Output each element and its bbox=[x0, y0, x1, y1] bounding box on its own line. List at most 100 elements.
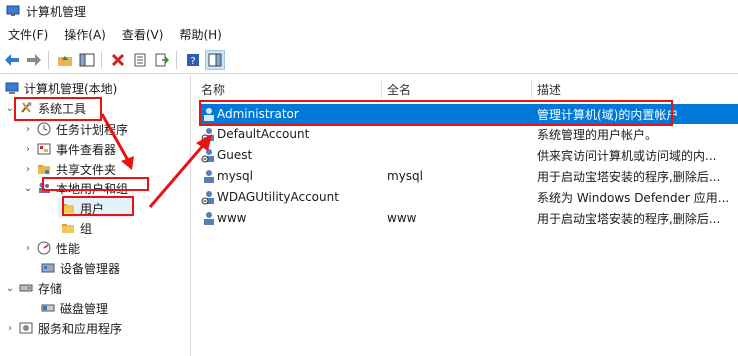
list-item-mysql[interactable]: mysql mysql 用于启动宝塔安装的程序,删除后... bbox=[199, 166, 738, 186]
clock-icon bbox=[36, 121, 52, 137]
computer-management-icon bbox=[6, 5, 20, 16]
forward-button[interactable] bbox=[24, 50, 44, 70]
column-divider[interactable] bbox=[381, 80, 382, 98]
list-item-administrator[interactable]: Administrator 管理计算机(域)的内置帐户 bbox=[199, 104, 738, 124]
list-item-www[interactable]: www www 用于启动宝塔安装的程序,删除后... bbox=[199, 208, 738, 228]
tree-item-event-viewer[interactable]: › 事件查看器 bbox=[22, 139, 116, 159]
column-header-fullname[interactable]: 全名 bbox=[387, 80, 527, 98]
chevron-down-icon[interactable]: ⌄ bbox=[4, 102, 16, 114]
show-pane-button[interactable] bbox=[205, 50, 225, 70]
list-item-wdagutilityaccount[interactable]: WDAGUtilityAccount 系统为 Windows Defender … bbox=[199, 187, 738, 207]
folder-icon bbox=[60, 200, 76, 216]
tree-label: 组 bbox=[80, 221, 93, 236]
user-description: 供来宾访问计算机或访问域的内... bbox=[537, 148, 717, 163]
user-icon bbox=[204, 108, 214, 121]
device-manager-icon bbox=[40, 260, 56, 276]
tree-label: 共享文件夹 bbox=[56, 162, 117, 177]
toolbar: ? bbox=[0, 47, 738, 74]
list-item-defaultaccount[interactable]: DefaultAccount 系统管理的用户帐户。 bbox=[199, 124, 738, 144]
user-disabled-icon bbox=[201, 191, 214, 205]
up-folder-icon bbox=[58, 56, 72, 66]
tree-item-performance[interactable]: › 性能 bbox=[22, 238, 80, 258]
user-description: 管理计算机(域)的内置帐户 bbox=[537, 107, 679, 122]
column-header-description[interactable]: 描述 bbox=[537, 80, 727, 98]
tree-item-disk-management[interactable]: 磁盘管理 bbox=[38, 298, 108, 318]
forward-arrow-icon bbox=[27, 54, 41, 66]
users-group-icon bbox=[36, 180, 52, 196]
export-icon bbox=[155, 53, 169, 67]
user-disabled-icon bbox=[201, 149, 214, 163]
chevron-down-icon[interactable]: ⌄ bbox=[4, 282, 16, 294]
menu-bar: 文件(F) 操作(A) 查看(V) 帮助(H) bbox=[0, 24, 738, 46]
menu-action[interactable]: 操作(A) bbox=[56, 25, 114, 45]
menu-file[interactable]: 文件(F) bbox=[0, 25, 56, 45]
tree-item-users[interactable]: 用户 bbox=[58, 198, 132, 218]
user-name: DefaultAccount bbox=[217, 127, 310, 141]
shared-folder-icon bbox=[36, 161, 52, 177]
tree-item-shared-folders[interactable]: › 共享文件夹 bbox=[22, 159, 116, 179]
back-button[interactable] bbox=[2, 50, 22, 70]
menu-help[interactable]: 帮助(H) bbox=[171, 25, 229, 45]
tree-label: 服务和应用程序 bbox=[38, 321, 123, 336]
tree-label: 任务计划程序 bbox=[56, 122, 129, 137]
disk-icon bbox=[40, 300, 56, 316]
performance-icon bbox=[36, 240, 52, 256]
properties-icon bbox=[134, 53, 146, 67]
tree-label: 本地用户和组 bbox=[56, 181, 129, 196]
tree-item-root[interactable]: 计算机管理(本地) bbox=[2, 78, 117, 98]
delete-button[interactable] bbox=[108, 50, 128, 70]
tree-item-storage[interactable]: ⌄ 存储 bbox=[4, 278, 62, 298]
user-name: mysql bbox=[217, 169, 253, 183]
show-hide-tree-button[interactable] bbox=[77, 50, 97, 70]
tree-item-services-apps[interactable]: › 服务和应用程序 bbox=[4, 318, 122, 338]
tree-item-local-users-groups[interactable]: ⌄ 本地用户和组 bbox=[22, 178, 128, 198]
user-description: 系统管理的用户帐户。 bbox=[537, 127, 658, 142]
menu-view[interactable]: 查看(V) bbox=[114, 25, 172, 45]
folder-icon bbox=[60, 220, 76, 236]
help-button[interactable]: ? bbox=[183, 50, 203, 70]
tree-item-device-manager[interactable]: 设备管理器 bbox=[38, 258, 120, 278]
chevron-right-icon[interactable]: › bbox=[22, 242, 34, 254]
tree-item-task-scheduler[interactable]: › 任务计划程序 bbox=[22, 119, 128, 139]
tree-label: 存储 bbox=[38, 281, 63, 296]
navigation-tree: 计算机管理(本地) ⌄ 系统工具 › 任务计划程序 › 事件查看器 › 共享文件… bbox=[0, 76, 191, 356]
tree-label: 系统工具 bbox=[38, 101, 87, 116]
chevron-right-icon[interactable]: › bbox=[22, 143, 34, 155]
user-icon bbox=[204, 212, 214, 225]
up-button[interactable] bbox=[55, 50, 75, 70]
user-fullname: mysql bbox=[387, 169, 423, 183]
toolbar-separator bbox=[101, 51, 102, 69]
tree-label: 设备管理器 bbox=[60, 261, 121, 276]
tree-label: 事件查看器 bbox=[56, 142, 117, 157]
user-icon bbox=[204, 170, 214, 183]
tree-item-groups[interactable]: 组 bbox=[58, 218, 92, 238]
user-description: 系统为 Windows Defender 应用... bbox=[537, 190, 730, 205]
chevron-right-icon[interactable]: › bbox=[22, 123, 34, 135]
chevron-down-icon[interactable]: ⌄ bbox=[22, 182, 34, 194]
chevron-right-icon[interactable]: › bbox=[22, 163, 34, 175]
chevron-right-icon[interactable]: › bbox=[4, 322, 16, 334]
users-list-view: 名称 全名 描述 Administrator 管理计算机(域)的内置帐户 Def… bbox=[195, 76, 738, 356]
tree-item-system-tools[interactable]: ⌄ 系统工具 bbox=[4, 98, 86, 118]
tree-label: 磁盘管理 bbox=[60, 301, 109, 316]
column-divider[interactable] bbox=[531, 80, 532, 98]
computer-icon bbox=[4, 80, 20, 96]
export-button[interactable] bbox=[152, 50, 172, 70]
delete-icon bbox=[111, 53, 125, 67]
toolbar-separator bbox=[48, 51, 49, 69]
title-bar: 计算机管理 bbox=[0, 0, 738, 22]
tools-icon bbox=[18, 100, 34, 116]
column-header-name[interactable]: 名称 bbox=[201, 80, 381, 98]
show-pane-icon bbox=[208, 53, 222, 67]
user-fullname: www bbox=[387, 211, 417, 225]
properties-button[interactable] bbox=[130, 50, 150, 70]
user-disabled-icon bbox=[201, 128, 214, 142]
toolbar-separator bbox=[176, 51, 177, 69]
list-item-guest[interactable]: Guest 供来宾访问计算机或访问域的内... bbox=[199, 145, 738, 165]
user-description: 用于启动宝塔安装的程序,删除后... bbox=[537, 211, 721, 226]
user-name: WDAGUtilityAccount bbox=[217, 190, 339, 204]
user-description: 用于启动宝塔安装的程序,删除后... bbox=[537, 169, 721, 184]
tree-label: 用户 bbox=[80, 201, 105, 216]
svg-text:?: ? bbox=[190, 56, 195, 67]
services-icon bbox=[18, 320, 34, 336]
